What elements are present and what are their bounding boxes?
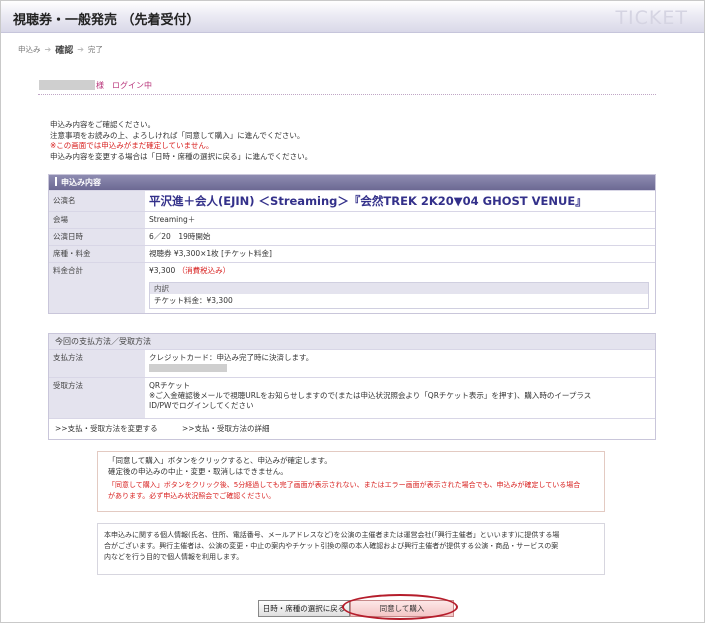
tax-note: （消費税込み） [177, 266, 231, 275]
payment-links: >>支払・受取方法を変更する >>支払・受取方法の詳細 [49, 417, 655, 439]
step-apply: 申込み [18, 45, 41, 54]
breakdown-value: チケット料金：¥3,300 [154, 296, 233, 305]
order-details-heading: 申込み内容 [49, 175, 655, 190]
privacy-line: 合がございます。興行主催者は、公演の変更・中止の案内やチケット引換の際の本人確認… [104, 542, 559, 550]
step-arrow-icon: ➔ [44, 45, 52, 54]
step-confirm: 確認 [55, 46, 74, 56]
order-details-panel: 申込み内容 公演名 平沢進＋会人(EJIN) ＜Streaming＞『会然TRE… [48, 174, 656, 314]
step-arrow-icon: ➔ [77, 45, 84, 54]
ticket-watermark: TICKET [615, 7, 688, 29]
receive-method-value: QRチケット [149, 381, 191, 390]
privacy-notice: 本申込みに関する個人情報(氏名、住所、電話番号、メールアドレスなど)を公演の主催… [97, 523, 605, 575]
redacted-username [39, 80, 95, 90]
notice-line: 確定後の申込みの中止・変更・取消しはできません。 [108, 467, 288, 476]
payment-method-value: クレジットカード：申込み完了時に決済します。 [149, 353, 314, 362]
performance-label: 公演名 [49, 190, 145, 212]
venue-value: Streaming＋ [145, 211, 655, 229]
payment-panel: 今回の支払方法／受取方法 支払方法 クレジットカード：申込み完了時に決済します。… [48, 333, 656, 440]
payment-method-label: 支払方法 [49, 349, 145, 378]
date-value: 6／20 19時開始 [145, 228, 655, 246]
login-status-text: 様 ログイン中 [96, 81, 152, 90]
seat-value: 視聴券 ¥3,300×1枚 [チケット料金] [145, 245, 655, 263]
payment-table: 支払方法 クレジットカード：申込み完了時に決済します。 受取方法 QRチケット … [49, 349, 655, 418]
notice-warning: 「同意して購入」ボタンをクリック後、5分経過しても完了画面が表示されない、または… [108, 481, 581, 489]
page-header: 視聴券・一般発売 （先着受付） TICKET [1, 1, 704, 33]
notice-line: 「同意して購入」ボタンをクリックすると、申込みが確定します。 [108, 456, 332, 465]
progress-steps: 申込み ➔ 確認 ➔ 完了 [18, 43, 103, 56]
total-label: 料金合計 [49, 262, 145, 313]
login-status: 様 ログイン中 [38, 80, 656, 95]
intro-warning: ※この画面では申込みがまだ確定していません。 [50, 141, 214, 150]
agree-and-purchase-button[interactable]: 同意して購入 [350, 600, 454, 617]
performance-name: 平沢進＋会人(EJIN) ＜Streaming＞『会然TREK 2K20▼04 … [149, 194, 587, 208]
redacted-card [149, 364, 227, 372]
receive-method-label: 受取方法 [49, 377, 145, 418]
receive-method-note: ID/PWでログインしてください [149, 401, 254, 410]
privacy-line: 本申込みに関する個人情報(氏名、住所、電話番号、メールアドレスなど)を公演の主催… [104, 531, 560, 539]
payment-detail-link[interactable]: >>支払・受取方法の詳細 [182, 424, 270, 433]
change-payment-link[interactable]: >>支払・受取方法を変更する [55, 424, 158, 433]
privacy-line: 内などを行う目的で個人情報を利用します。 [104, 553, 244, 561]
breakdown-label: 内訳 [150, 283, 648, 294]
notice-warning: があります。必ず申込み状況照会でご確認ください。 [108, 492, 276, 500]
intro-line: 注意事項をお読みの上、よろしければ「同意して購入」に進んでください。 [50, 130, 305, 140]
payment-heading: 今回の支払方法／受取方法 [49, 334, 655, 349]
venue-label: 会場 [49, 211, 145, 229]
intro-text: 申込み内容をご確認ください。 注意事項をお読みの上、よろしければ「同意して購入」… [50, 120, 312, 162]
back-to-selection-button[interactable]: 日時・席種の選択に戻る [258, 600, 350, 617]
total-value: ¥3,300 [149, 266, 176, 275]
purchase-notice: 「同意して購入」ボタンをクリックすると、申込みが確定します。 確定後の申込みの中… [97, 451, 605, 512]
intro-line: 申込み内容を変更する場合は「日時・席種の選択に戻る」に進んでください。 [50, 151, 313, 161]
intro-line: 申込み内容をご確認ください。 [50, 120, 155, 129]
receive-method-note: ※ご入金確認後メールで視聴URLをお知らせしますので(または申込状況照会より「Q… [149, 391, 592, 400]
page-title: 視聴券・一般発売 （先着受付） [13, 13, 200, 28]
step-complete: 完了 [87, 45, 103, 54]
order-details-table: 公演名 平沢進＋会人(EJIN) ＜Streaming＞『会然TREK 2K20… [49, 190, 655, 313]
date-label: 公演日時 [49, 228, 145, 246]
price-breakdown: 内訳 チケット料金：¥3,300 [149, 282, 649, 309]
seat-label: 席種・料金 [49, 245, 145, 263]
